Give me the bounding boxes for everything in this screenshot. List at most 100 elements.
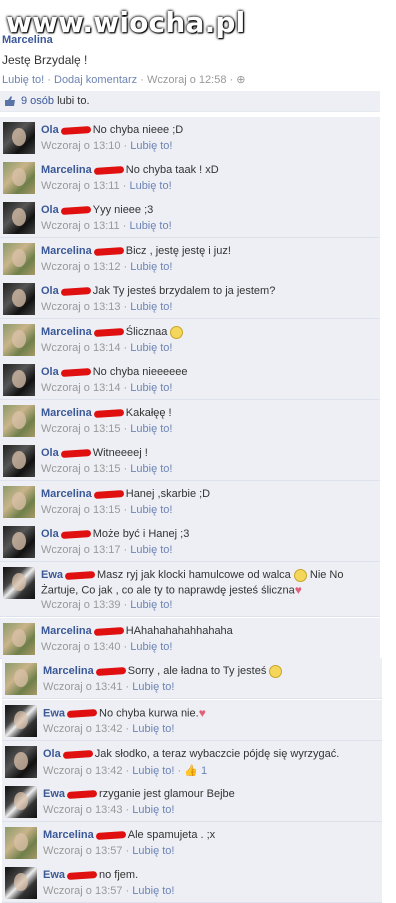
comment-author[interactable]: Ola <box>41 528 59 540</box>
avatar[interactable] <box>3 283 35 315</box>
comment-meta: Wczoraj o 13:42 · Lubię to! · 👍 1 <box>43 765 208 777</box>
comment-author[interactable]: Marcelina <box>41 625 92 637</box>
comment-like-link[interactable]: Lubię to! <box>132 681 174 693</box>
avatar[interactable] <box>5 786 37 818</box>
comment-time[interactable]: Wczoraj o 13:10 <box>41 140 120 152</box>
comment-time[interactable]: Wczoraj o 13:57 <box>43 885 122 897</box>
comment-author[interactable]: Marcelina <box>41 407 92 419</box>
comment-like-link[interactable]: Lubię to! <box>130 261 172 273</box>
comment-like-link[interactable]: Lubię to! <box>132 723 174 735</box>
comment-like-link[interactable]: Lubię to! <box>130 599 172 611</box>
comment-time[interactable]: Wczoraj o 13:11 <box>41 180 120 192</box>
comment-time[interactable]: Wczoraj o 13:57 <box>43 845 122 857</box>
avatar[interactable] <box>3 405 35 437</box>
post-like-link[interactable]: Lubię to! <box>2 74 44 86</box>
comment-time[interactable]: Wczoraj o 13:15 <box>41 423 120 435</box>
comment-like-link[interactable]: Lubię to! <box>130 423 172 435</box>
comment-time[interactable]: Wczoraj o 13:40 <box>41 641 120 653</box>
comment-like-link[interactable]: Lubię to! <box>132 885 174 897</box>
avatar[interactable] <box>3 162 35 194</box>
avatar-face <box>12 128 26 146</box>
comment-meta: Wczoraj o 13:14 · Lubię to! <box>41 382 173 394</box>
avatar[interactable] <box>3 243 35 275</box>
comment-row: Ewa rzyganie jest glamour Bejbe Wczoraj o … <box>2 781 382 822</box>
comment-like-link[interactable]: Lubię to! <box>132 845 174 857</box>
comment-author[interactable]: Ewa <box>43 707 65 719</box>
comment-time[interactable]: Wczoraj o 13:14 <box>41 382 120 394</box>
comment-author[interactable]: Marcelina <box>41 164 92 176</box>
comment-like-link[interactable]: Lubię to! <box>132 804 174 816</box>
comment-time[interactable]: Wczoraj o 13:12 <box>41 261 120 273</box>
comment-author[interactable]: Ola <box>41 447 59 459</box>
comment-like-link[interactable]: Lubię to! <box>129 220 171 232</box>
comment-like-link[interactable]: Lubię to! <box>130 342 172 354</box>
likes-count-link[interactable]: 9 osób <box>21 95 54 107</box>
avatar[interactable] <box>5 746 37 778</box>
avatar[interactable] <box>3 526 35 558</box>
avatar-face <box>12 208 26 226</box>
comment-time[interactable]: Wczoraj o 13:11 <box>41 220 120 232</box>
comment-body: Marcelina Sorry , ale ładna to Ty jesteś <box>43 664 376 679</box>
comment-row: Ola No chyba nieee ;D Wczoraj o 13:10 · Lu… <box>0 117 380 158</box>
comment-author[interactable]: Marcelina <box>41 488 92 500</box>
avatar[interactable] <box>5 663 37 695</box>
post-time[interactable]: Wczoraj o 12:58 <box>147 74 226 86</box>
comment-author[interactable]: Marcelina <box>41 326 92 338</box>
comment-like-link[interactable]: Lubię to! <box>129 180 171 192</box>
comment-time[interactable]: Wczoraj o 13:39 <box>41 599 120 611</box>
avatar[interactable] <box>3 364 35 396</box>
comment-author[interactable]: Ola <box>41 366 59 378</box>
avatar[interactable] <box>3 623 35 655</box>
comment-meta: Wczoraj o 13:10 · Lubię to! <box>41 140 173 152</box>
comment-like-link[interactable]: Lubię to! <box>130 301 172 313</box>
redaction-mark <box>66 870 98 880</box>
comment-row: Marcelina Sorry , ale ładna to Ty jesteś W… <box>2 658 382 699</box>
avatar[interactable] <box>5 827 37 859</box>
avatar[interactable] <box>3 324 35 356</box>
comment-author[interactable]: Marcelina <box>43 829 94 841</box>
avatar[interactable] <box>5 867 37 899</box>
comment-like-link[interactable]: Lubię to! <box>130 382 172 394</box>
comment-author[interactable]: Ewa <box>43 788 65 800</box>
comment-time[interactable]: Wczoraj o 13:42 <box>43 765 122 777</box>
comment-body: Ola Witneeeej ! <box>41 446 374 461</box>
comment-like-link[interactable]: Lubię to! <box>132 765 174 777</box>
comment-author[interactable]: Ola <box>41 285 59 297</box>
comment-time[interactable]: Wczoraj o 13:15 <box>41 463 120 475</box>
comment-time[interactable]: Wczoraj o 13:15 <box>41 504 120 516</box>
comment-author[interactable]: Ola <box>43 748 61 760</box>
comment-like-link[interactable]: Lubię to! <box>130 641 172 653</box>
avatar[interactable] <box>3 202 35 234</box>
comment-author[interactable]: Ola <box>41 204 59 216</box>
comment-text: Masz ryj jak klocki hamulcowe od walca <box>97 569 291 581</box>
comment-like-link[interactable]: Lubię to! <box>130 504 172 516</box>
comment-like-link[interactable]: Lubię to! <box>130 544 172 556</box>
heart-icon: ♥ <box>198 706 206 720</box>
comment-like-count[interactable]: 👍 1 <box>184 765 207 777</box>
avatar[interactable] <box>3 567 35 599</box>
avatar-face <box>12 370 26 388</box>
comment-row: Ewa Masz ryj jak klocki hamulcowe od walc… <box>0 562 380 617</box>
comment-time[interactable]: Wczoraj o 13:17 <box>41 544 120 556</box>
comment-author[interactable]: Ewa <box>41 569 63 581</box>
smiley-icon <box>269 664 283 678</box>
comment-time[interactable]: Wczoraj o 13:43 <box>43 804 122 816</box>
comment-like-link[interactable]: Lubię to! <box>130 140 172 152</box>
avatar[interactable] <box>3 486 35 518</box>
comment-time[interactable]: Wczoraj o 13:14 <box>41 342 120 354</box>
post-comment-link[interactable]: Dodaj komentarz <box>54 74 137 86</box>
comment-like-link[interactable]: Lubię to! <box>130 463 172 475</box>
avatar-face <box>12 249 26 267</box>
comment-author[interactable]: Ola <box>41 124 59 136</box>
comment-meta: Wczoraj o 13:11 · Lubię to! <box>41 180 172 192</box>
comment-time[interactable]: Wczoraj o 13:41 <box>43 681 122 693</box>
comment-author[interactable]: Marcelina <box>41 245 92 257</box>
avatar[interactable] <box>3 445 35 477</box>
avatar[interactable] <box>3 122 35 154</box>
avatar[interactable] <box>5 705 37 737</box>
avatar-face <box>12 168 26 186</box>
comment-author[interactable]: Marcelina <box>43 665 94 677</box>
comment-author[interactable]: Ewa <box>43 869 65 881</box>
comment-time[interactable]: Wczoraj o 13:42 <box>43 723 122 735</box>
comment-time[interactable]: Wczoraj o 13:13 <box>41 301 120 313</box>
